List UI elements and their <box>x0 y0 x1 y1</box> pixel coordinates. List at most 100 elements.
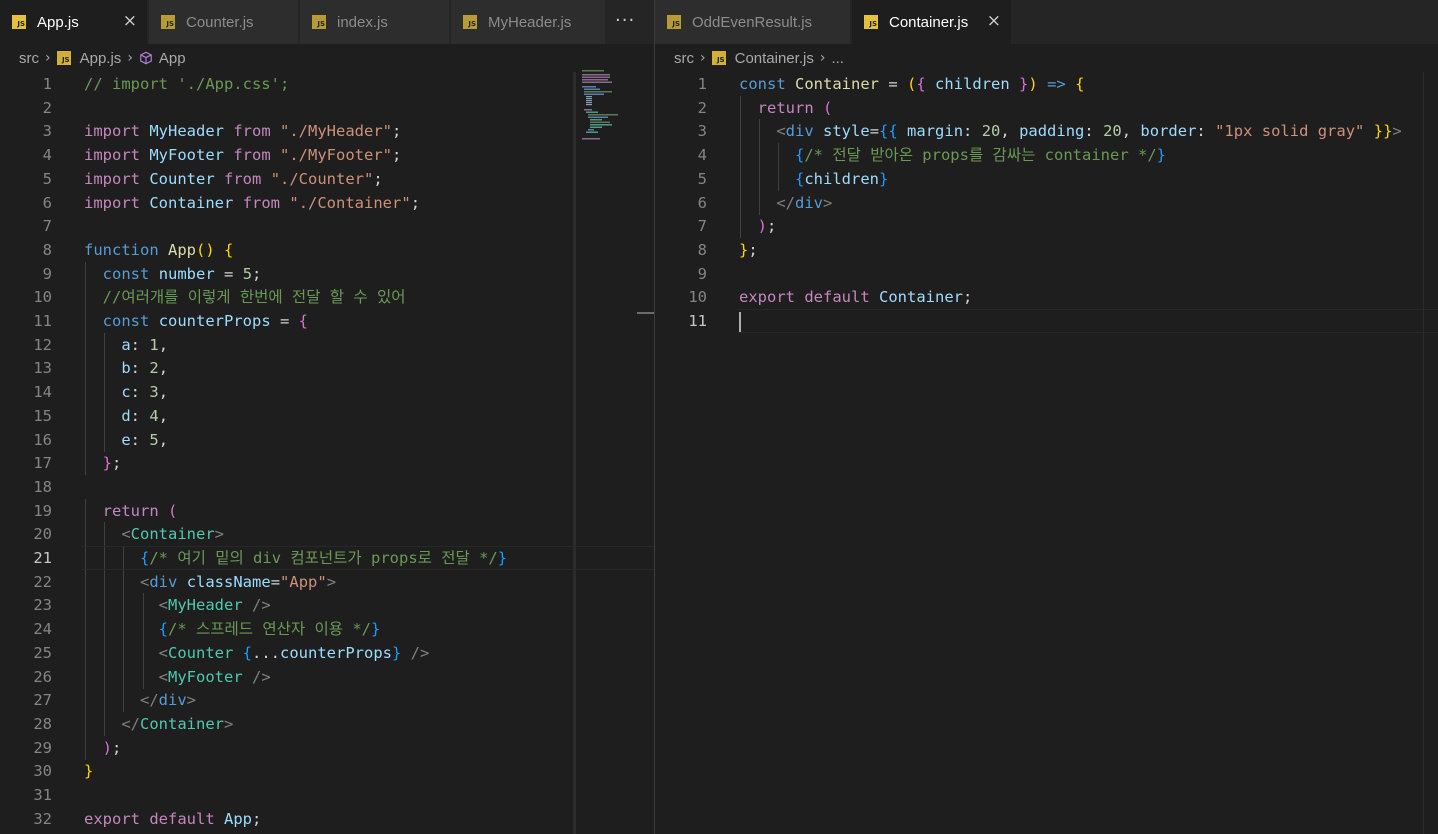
code-token: { <box>158 620 168 639</box>
code-line[interactable]: 28 </Container> <box>0 711 654 736</box>
code-token: App <box>168 240 196 259</box>
code-token: a <box>121 335 131 354</box>
code-line[interactable]: 29 ); <box>0 735 654 760</box>
code-line[interactable]: 3 import MyHeader from "./MyHeader"; <box>0 119 654 143</box>
code-editor-app-js[interactable]: 1// import './App.css'; 2 3 import MyHeader… <box>0 72 654 834</box>
code-line[interactable]: 17 }; <box>0 451 654 476</box>
code-line[interactable]: 10 export default Container; <box>655 285 1438 309</box>
tab-counter-js[interactable]: JS Counter.js <box>149 0 299 44</box>
code-line[interactable]: 5 import Counter from "./Counter"; <box>0 167 654 191</box>
code-editor-container-js[interactable]: 1 const Container = ({ children }) => {2 … <box>655 72 1438 834</box>
minimap[interactable] <box>580 70 620 140</box>
code-token: from <box>224 169 262 188</box>
tab-index-js[interactable]: JS index.js <box>300 0 450 44</box>
line-number: 31 <box>33 786 52 804</box>
code-line[interactable]: 4 {/* 전달 받아온 props를 감싸는 container */} <box>655 143 1438 168</box>
code-line[interactable]: 2 return ( <box>655 95 1438 120</box>
code-line[interactable]: 15 d: 4, <box>0 403 654 428</box>
code-line[interactable]: 5 {children} <box>655 166 1438 191</box>
code-line[interactable]: 13 b: 2, <box>0 356 654 381</box>
breadcrumb-file[interactable]: Container.js <box>735 50 814 67</box>
code-token: } <box>102 454 113 473</box>
code-line[interactable]: 30} <box>0 759 654 783</box>
code-line[interactable]: 14 c: 3, <box>0 380 654 405</box>
code-line[interactable]: 9 const number = 5; <box>0 261 654 286</box>
code-text: <div style={{ margin: 20, padding: 20, b… <box>739 119 1401 143</box>
code-line[interactable]: 16 e: 5, <box>0 427 654 452</box>
line-number: 18 <box>33 477 52 496</box>
code-line[interactable]: 6 </div> <box>655 190 1438 215</box>
code-line[interactable]: 10 //여러개를 이렇게 한번에 전달 할 수 있어 <box>0 285 654 310</box>
code-line[interactable]: 8 function App() { <box>0 238 654 262</box>
close-icon[interactable]: × <box>123 11 137 31</box>
code-line[interactable]: 2 <box>0 96 654 120</box>
code-line[interactable]: 31 <box>0 783 654 807</box>
code-token: div <box>795 193 823 212</box>
code-token: ( <box>823 98 833 117</box>
code-text: b: 2, <box>84 356 168 380</box>
line-number: 3 <box>697 122 707 141</box>
code-token: from <box>233 122 271 141</box>
breadcrumb-folder[interactable]: src <box>19 50 39 67</box>
code-line[interactable]: 26 <MyFooter /> <box>0 664 654 689</box>
code-token: App <box>224 809 253 828</box>
code-token: : <box>130 335 150 354</box>
line-number: 4 <box>42 146 52 165</box>
line-number: 6 <box>697 193 707 212</box>
tab-myheader-js[interactable]: JS MyHeader.js <box>451 0 606 44</box>
code-token: </ <box>140 691 159 710</box>
tab-container-js[interactable]: JS Container.js × <box>852 0 1012 44</box>
code-token: ; <box>767 217 777 236</box>
text-cursor <box>739 311 741 332</box>
breadcrumb-folder[interactable]: src <box>674 50 694 67</box>
code-line[interactable]: 1 // import './App.css'; <box>0 72 654 96</box>
vertical-scrollbar[interactable] <box>1423 72 1424 834</box>
code-line[interactable]: 27 </div> <box>0 688 654 713</box>
code-token: < <box>776 122 786 141</box>
close-icon[interactable]: × <box>987 11 1001 31</box>
code-line[interactable]: 20 <Container> <box>0 522 654 547</box>
code-token: /* 스프레드 연산자 이용 */ <box>168 620 371 639</box>
code-line[interactable]: 7 <box>0 214 654 238</box>
code-token: > <box>224 714 234 733</box>
vertical-scrollbar[interactable] <box>573 72 576 834</box>
code-line[interactable]: 24 {/* 스프레드 연산자 이용 */} <box>0 617 654 642</box>
code-line[interactable]: 25 <Counter {...counterProps} /> <box>0 640 654 665</box>
code-line[interactable]: 21 {/* 여기 밑의 div 컴포넌트가 props로 전달 */} <box>0 546 654 570</box>
code-line[interactable]: 11 <box>655 309 1438 333</box>
tab-oddevenresult-js[interactable]: JS OddEvenResult.js <box>655 0 851 44</box>
breadcrumb-file[interactable]: App.js <box>80 50 122 67</box>
code-line[interactable]: 23 <MyHeader /> <box>0 593 654 618</box>
code-token: return <box>757 98 814 117</box>
code-line[interactable]: 8}; <box>655 238 1438 262</box>
tab-app-js[interactable]: JS App.js × <box>0 0 148 44</box>
code-line[interactable]: 7 ); <box>655 214 1438 239</box>
code-line[interactable]: 19 return ( <box>0 498 654 523</box>
code-line[interactable]: 12 a: 1, <box>0 332 654 357</box>
code-token: "./Counter" <box>270 169 374 188</box>
code-text: {children} <box>739 167 888 191</box>
code-line[interactable]: 22 <div className="App"> <box>0 569 654 594</box>
code-line[interactable]: 11 const counterProps = { <box>0 309 654 333</box>
code-line[interactable]: 32 export default App; <box>0 807 654 831</box>
code-line[interactable]: 4 import MyFooter from "./MyFooter"; <box>0 143 654 167</box>
code-text: <MyHeader /> <box>84 593 271 617</box>
breadcrumb-symbol[interactable]: ... <box>831 50 844 67</box>
code-line[interactable]: 1 const Container = ({ children }) => { <box>655 72 1438 96</box>
code-line[interactable]: 18 <box>0 475 654 499</box>
code-token: {{ <box>879 122 898 141</box>
code-line[interactable]: 6 import Container from "./Container"; <box>0 191 654 215</box>
line-number: 21 <box>33 549 52 567</box>
code-line[interactable]: 3 <div style={{ margin: 20, padding: 20,… <box>655 119 1438 144</box>
more-tabs-icon[interactable]: ··· <box>615 10 635 31</box>
code-line[interactable]: 9 <box>655 262 1438 286</box>
breadcrumb-symbol[interactable]: App <box>159 50 186 67</box>
code-token: import <box>84 146 140 165</box>
code-token: "./MyFooter" <box>280 146 392 165</box>
code-token: } <box>1019 75 1029 93</box>
